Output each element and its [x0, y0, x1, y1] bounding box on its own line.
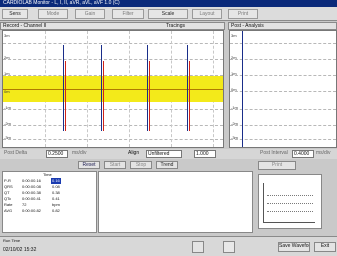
y-tick-label: 1m	[231, 71, 237, 76]
y-tick-label: 3m	[231, 33, 237, 38]
waveform-spike	[101, 45, 102, 131]
toolbar-button[interactable]: Layout	[192, 9, 222, 19]
left-footer-label: Post Delta	[4, 150, 28, 156]
waveform-spike	[187, 45, 188, 131]
plot-footer-bar: Post Delta 0.2500 ms/div Align Unfiltere…	[0, 149, 337, 159]
y-tick-label: -2m	[231, 121, 238, 126]
right-panel-header: Post - Analysis	[228, 22, 337, 30]
save-waveform-button[interactable]: Save Waveform	[278, 242, 310, 252]
right-waveform-plot[interactable]: 3m 2m 1m 0m -1m -2m -3m	[229, 30, 337, 148]
toolbar-button[interactable]: Sens	[2, 9, 28, 19]
toolbar-button-label: Filter	[122, 11, 134, 17]
left-waveform-plot[interactable]: 3m 2m 1m 0m -1m -2m -3m	[2, 30, 224, 148]
align-label: Align	[128, 150, 140, 156]
window-title: CARDIOLAB Monitor - L, I, II, aVR, aVL, …	[0, 0, 337, 7]
y-tick-label: 0m	[4, 89, 10, 94]
y-tick-label: -3m	[4, 135, 11, 140]
waveform-spike	[103, 61, 104, 131]
status-slot-button[interactable]	[192, 241, 204, 253]
toolbar-button[interactable]: Gain	[75, 9, 105, 19]
waveform-spike	[63, 45, 64, 131]
tab-stop[interactable]: Stop	[130, 161, 152, 169]
tab-start[interactable]: Start	[104, 161, 126, 169]
left-panel-header-right: Tracings	[166, 23, 185, 29]
exit-button[interactable]: Exit	[314, 242, 336, 252]
measurement-table: Time P-R 0:00:00.16 0.16 QRS 0:00:00.08 0.08…	[2, 171, 97, 233]
right-axis-line	[242, 31, 243, 147]
toolbar-button-label: Gain	[84, 11, 96, 17]
toolbar-button-label: Print	[237, 11, 249, 17]
mode-select[interactable]: Unfiltered	[146, 150, 182, 158]
waveform-spike	[149, 61, 150, 131]
right-footer-unit: ms/div	[316, 150, 331, 156]
status-slot-button[interactable]	[223, 241, 235, 253]
toolbar-button-label: Layout	[199, 11, 215, 17]
toolbar-button[interactable]: Scale	[148, 9, 188, 19]
left-footer-unit: ms/div	[72, 150, 87, 156]
table-row[interactable]: AVG 0:00:00.82 0.82	[3, 208, 61, 214]
toolbar-button[interactable]: Mode	[38, 9, 68, 19]
y-tick-label: 1m	[4, 71, 10, 76]
y-tick-label: -1m	[231, 105, 238, 110]
max-value-field[interactable]: 1.000	[194, 150, 216, 158]
left-panel-title: Record - Channel II	[3, 23, 47, 29]
toolbar: Sens Mode Gain Filter Scale Layout Print	[0, 7, 337, 21]
empty-data-grid	[98, 171, 253, 233]
y-tick-label: 2m	[231, 55, 237, 60]
tab-reset[interactable]: Reset	[78, 161, 100, 169]
toolbar-button-label: Sens	[9, 11, 21, 17]
run-time-label: Run Time	[3, 238, 21, 243]
baseline-trace	[3, 89, 223, 90]
y-tick-label: -1m	[4, 105, 11, 110]
y-tick-label: 2m	[4, 55, 10, 60]
tab-trend[interactable]: Trend	[156, 161, 178, 169]
toolbar-button-label: Mode	[46, 11, 60, 17]
right-footer-label: Post Interval	[260, 150, 288, 156]
toolbar-button[interactable]: Filter	[112, 9, 144, 19]
left-footer-value[interactable]: 0.2500	[46, 150, 68, 158]
y-tick-label: 0m	[231, 87, 237, 92]
waveform-spike	[189, 61, 190, 131]
status-bar: Run Time 02/10/02 15:32 Save Waveform Ex…	[0, 236, 337, 256]
waveform-spike	[65, 61, 66, 131]
right-panel-title: Post - Analysis	[231, 23, 264, 29]
toolbar-button-label: Scale	[161, 11, 175, 17]
y-tick-label: -3m	[231, 135, 238, 140]
run-time-value: 02/10/02 15:32	[3, 247, 37, 253]
y-tick-label: -2m	[4, 121, 11, 126]
left-panel-header: Record - Channel II Tracings	[0, 22, 225, 30]
toolbar-button[interactable]: Print	[228, 9, 258, 19]
print-button[interactable]: Print	[258, 161, 296, 170]
waveform-spike	[147, 45, 148, 131]
thumbnail-preview[interactable]	[258, 174, 322, 229]
right-footer-value[interactable]: 0.4000	[292, 150, 314, 158]
y-tick-label: 3m	[4, 33, 10, 38]
